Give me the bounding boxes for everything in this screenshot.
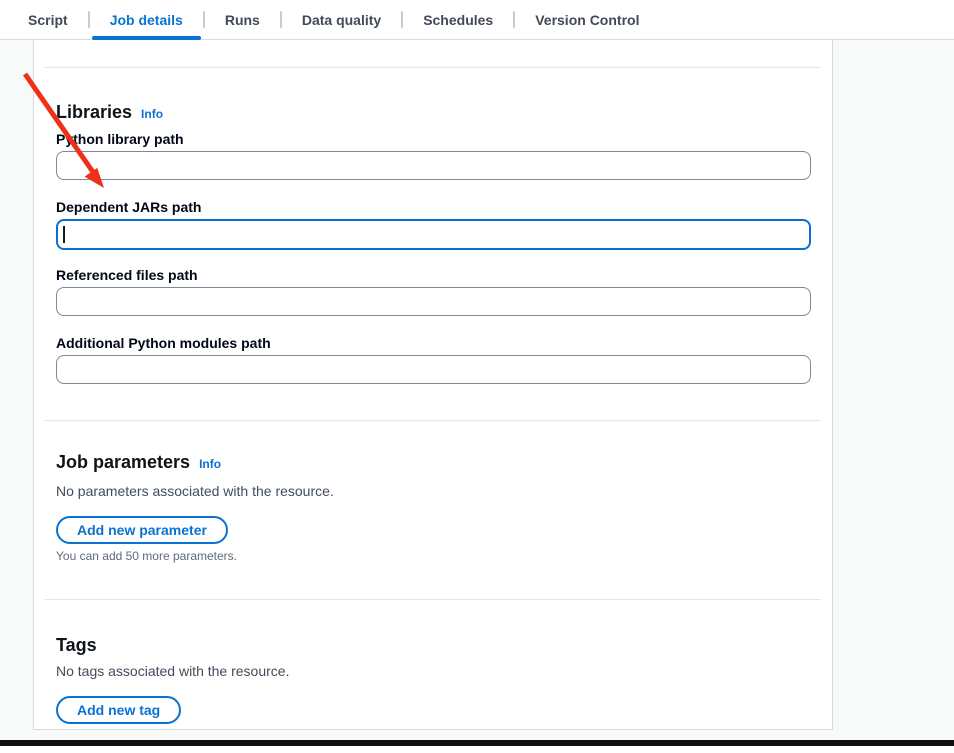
referenced-files-path-input[interactable] [56,287,811,316]
tags-empty-text: No tags associated with the resource. [56,662,289,680]
referenced-files-path-label: Referenced files path [56,266,198,284]
text-cursor [63,226,65,243]
dependent-jars-path-label: Dependent JARs path [56,198,201,216]
section-divider [44,599,821,600]
libraries-info-link[interactable]: Info [141,103,163,125]
add-new-tag-button[interactable]: Add new tag [56,696,181,724]
dependent-jars-path-input[interactable] [56,219,811,250]
tab-label: Version Control [535,12,639,28]
tab-runs[interactable]: Runs [205,0,280,39]
parameters-limit-text: You can add 50 more parameters. [56,549,237,564]
python-library-path-label: Python library path [56,130,184,148]
section-heading: Tags [56,634,97,656]
additional-python-modules-path-input[interactable] [56,355,811,384]
job-parameters-info-link[interactable]: Info [199,453,221,475]
job-parameters-section-title: Job parameters Info [56,451,221,475]
tab-bar: Script Job details Runs Data quality Sch… [0,0,954,40]
tab-schedules[interactable]: Schedules [403,0,513,39]
add-new-parameter-button[interactable]: Add new parameter [56,516,228,544]
tab-script[interactable]: Script [8,0,88,39]
tags-section-title: Tags [56,634,97,656]
job-parameters-empty-text: No parameters associated with the resour… [56,482,334,500]
tab-label: Runs [225,12,260,28]
python-library-path-input[interactable] [56,151,811,180]
section-divider [44,67,821,68]
tab-data-quality[interactable]: Data quality [282,0,401,39]
additional-python-modules-path-label: Additional Python modules path [56,334,271,352]
tab-job-details[interactable]: Job details [90,0,203,39]
job-details-panel: Libraries Info Python library path Depen… [33,40,833,730]
section-heading: Job parameters [56,451,190,473]
window-bottom-bar [0,740,954,746]
libraries-section-title: Libraries Info [56,101,163,125]
section-divider [44,420,821,421]
tab-label: Script [28,12,68,28]
tab-label: Data quality [302,12,381,28]
section-heading: Libraries [56,101,132,123]
tab-label: Job details [110,12,183,28]
tab-version-control[interactable]: Version Control [515,0,659,39]
tab-label: Schedules [423,12,493,28]
